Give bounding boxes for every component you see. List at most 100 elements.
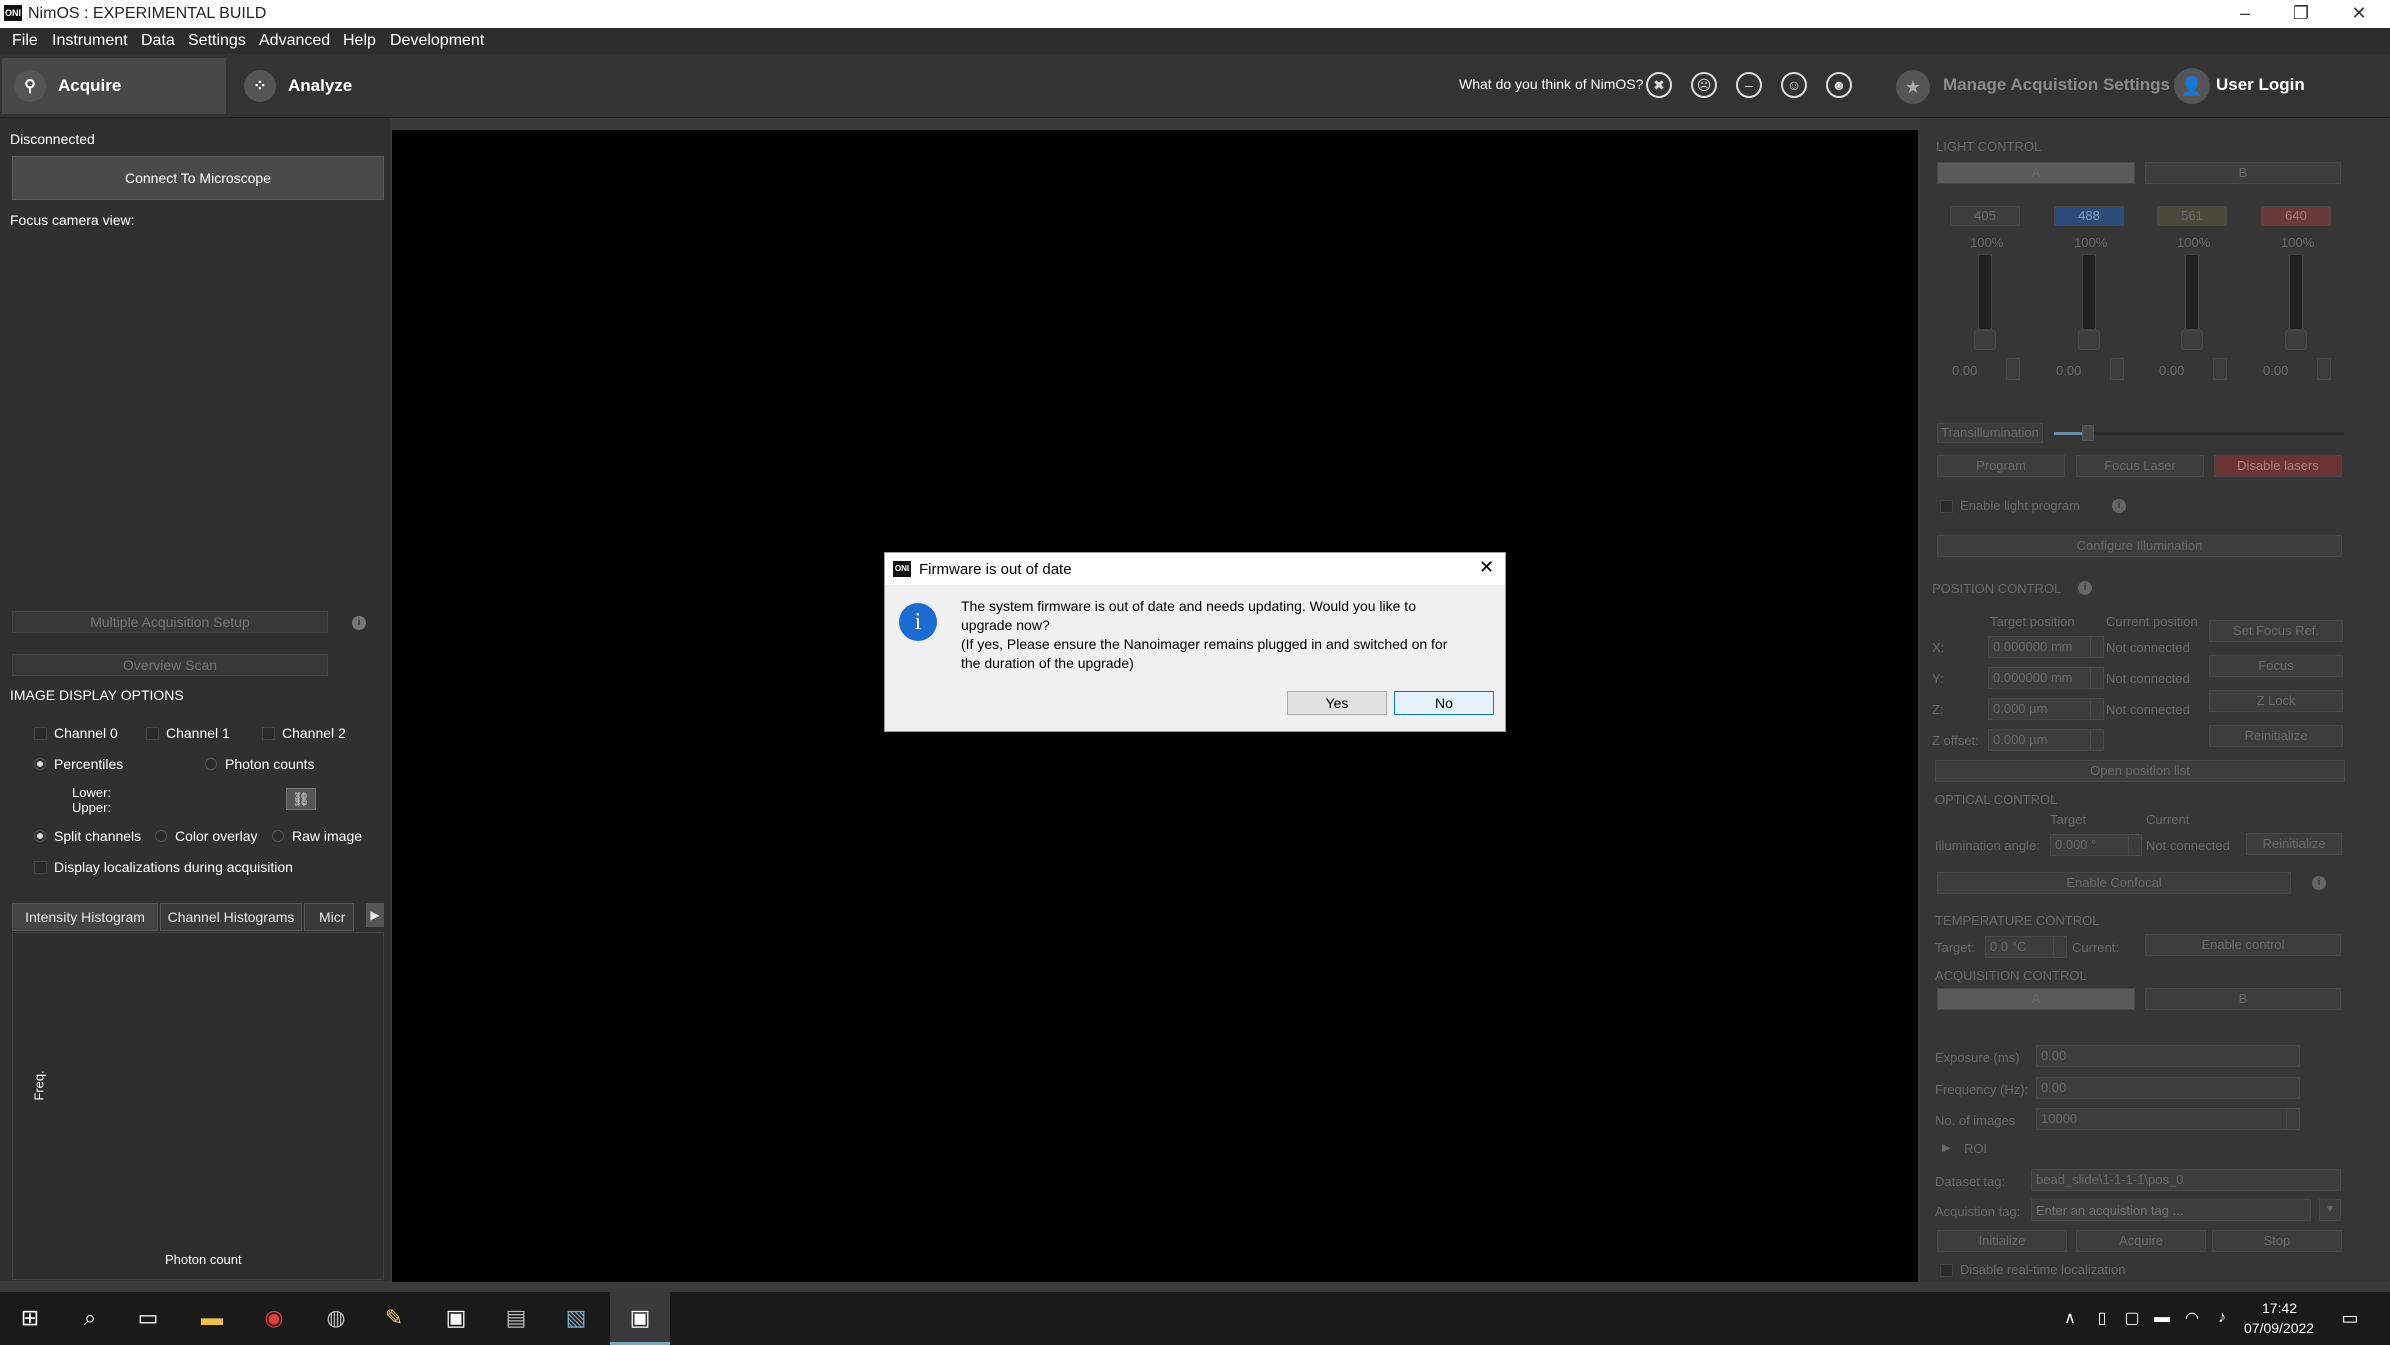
roi-expand-icon[interactable]: ▶	[1942, 1141, 1950, 1154]
transillumination-button[interactable]: Transillumination	[1937, 423, 2043, 443]
very-sad-face-icon[interactable]: ✖	[1646, 72, 1672, 98]
notes-app-icon[interactable]: ▧	[558, 1300, 594, 1336]
channel-1-checkbox[interactable]: Channel 1	[146, 725, 230, 741]
pos-y-spinner[interactable]	[2090, 667, 2104, 689]
focus-laser-button[interactable]: Focus Laser	[2076, 455, 2204, 477]
temp-spinner[interactable]	[2053, 936, 2067, 958]
program-button[interactable]: Program	[1937, 455, 2065, 477]
pos-x-spinner[interactable]	[2090, 636, 2104, 658]
menu-development[interactable]: Development	[390, 32, 484, 50]
tab-scroll-right-icon[interactable]: ▶	[366, 903, 384, 927]
z-offset-input[interactable]: 0.000 µm	[1988, 729, 2092, 751]
laser-405-slider-handle[interactable]	[1974, 330, 1996, 350]
laser-405-value[interactable]: 0.00	[1952, 363, 1977, 378]
acq-tab-a[interactable]: A	[1937, 988, 2135, 1010]
connect-microscope-button[interactable]: Connect To Microscope	[12, 156, 384, 200]
acquisition-tag-dropdown-icon[interactable]: ▼	[2319, 1199, 2341, 1221]
menu-instrument[interactable]: Instrument	[52, 32, 128, 50]
laser-561-value[interactable]: 0.00	[2159, 363, 2184, 378]
enable-control-button[interactable]: Enable control	[2145, 934, 2341, 956]
laser-488-slider[interactable]	[2082, 254, 2096, 330]
nimos-app-icon[interactable]: ▣	[438, 1300, 474, 1336]
split-channels-radio[interactable]: Split channels	[34, 828, 141, 844]
file-explorer-icon[interactable]: ▬	[194, 1300, 230, 1336]
laser-640-value[interactable]: 0.00	[2263, 363, 2288, 378]
reinitialize-optical-button[interactable]: Reinitialize	[2246, 833, 2342, 855]
menu-advanced[interactable]: Advanced	[259, 32, 330, 50]
laser-488-button[interactable]: 488	[2054, 206, 2124, 226]
no-button[interactable]: No	[1394, 691, 1494, 715]
transillumination-slider[interactable]	[2054, 432, 2344, 435]
laser-640-button[interactable]: 640	[2261, 206, 2331, 226]
laser-488-value[interactable]: 0.00	[2056, 363, 2081, 378]
tab-intensity-histogram[interactable]: Intensity Histogram	[12, 903, 158, 931]
printer-app-icon[interactable]: ▤	[498, 1300, 534, 1336]
laser-640-spinner[interactable]	[2317, 358, 2331, 380]
laser-488-slider-handle[interactable]	[2078, 330, 2100, 350]
tab-channel-histograms[interactable]: Channel Histograms	[160, 903, 302, 931]
roi-label[interactable]: ROI	[1964, 1141, 1987, 1156]
laser-561-slider-handle[interactable]	[2181, 330, 2203, 350]
menu-data[interactable]: Data	[141, 32, 175, 50]
laser-640-slider[interactable]	[2289, 254, 2303, 330]
laser-561-button[interactable]: 561	[2157, 206, 2227, 226]
temp-target-input[interactable]: 0.0 °C	[1985, 936, 2055, 958]
manage-acquisition-settings[interactable]: Manage Acquistion Settings	[1943, 75, 2170, 95]
photon-counts-radio[interactable]: Photon counts	[205, 756, 315, 772]
windows-start-icon[interactable]: ⊞	[12, 1300, 48, 1336]
disable-real-time-localization-checkbox[interactable]: Disable real-time localization	[1940, 1262, 2125, 1277]
laser-405-spinner[interactable]	[2006, 358, 2020, 380]
very-happy-face-icon[interactable]: ☻	[1826, 72, 1852, 98]
color-overlay-radio[interactable]: Color overlay	[155, 828, 257, 844]
channel-0-checkbox[interactable]: Channel 0	[34, 725, 118, 741]
enable-confocal-button[interactable]: Enable Confocal	[1937, 872, 2291, 894]
minimize-button[interactable]: –	[2220, 0, 2270, 28]
display-localizations-checkbox[interactable]: Display localizations during acquisition	[34, 859, 293, 875]
clock-time[interactable]: 17:42	[2262, 1300, 2297, 1316]
link-icon[interactable]: ⛓	[286, 788, 316, 810]
notifications-icon[interactable]: ▭	[2332, 1300, 2368, 1336]
z-offset-spinner[interactable]	[2090, 729, 2104, 751]
overview-scan-button[interactable]: Overview Scan	[12, 654, 328, 676]
pen-app-icon[interactable]: ✎	[376, 1300, 412, 1336]
open-position-list-button[interactable]: Open position list	[1935, 760, 2345, 782]
pos-z-spinner[interactable]	[2090, 698, 2104, 720]
initialize-button[interactable]: Initialize	[1937, 1230, 2067, 1252]
exposure-input[interactable]: 0.00	[2036, 1045, 2300, 1067]
tab-micr[interactable]: Micr	[304, 903, 354, 931]
happy-face-icon[interactable]: ☺	[1781, 72, 1807, 98]
disable-lasers-button[interactable]: Disable lasers	[2214, 455, 2342, 477]
volume-icon[interactable]: ♪	[2204, 1300, 2240, 1336]
nimos-active-app-icon[interactable]: ▣	[622, 1300, 658, 1336]
user-login-button[interactable]: User Login	[2216, 75, 2305, 95]
reinitialize-position-button[interactable]: Reinitialize	[2209, 725, 2343, 747]
menu-settings[interactable]: Settings	[188, 32, 246, 50]
num-images-spinner[interactable]	[2286, 1108, 2300, 1130]
chrome-icon[interactable]: ◉	[256, 1300, 292, 1336]
percentiles-radio[interactable]: Percentiles	[34, 756, 123, 772]
configure-illumination-button[interactable]: Configure Illumination	[1937, 535, 2342, 557]
z-lock-button[interactable]: Z Lock	[2209, 690, 2343, 712]
light-tab-a[interactable]: A	[1937, 162, 2135, 184]
clock-date[interactable]: 07/09/2022	[2244, 1320, 2314, 1336]
stop-button[interactable]: Stop	[2212, 1230, 2342, 1252]
dialog-close-icon[interactable]: ✕	[1479, 557, 1494, 578]
laser-488-spinner[interactable]	[2110, 358, 2124, 380]
raw-image-radio[interactable]: Raw image	[272, 828, 362, 844]
pos-x-input[interactable]: 0.000000 mm	[1988, 636, 2092, 658]
set-focus-ref-button[interactable]: Set Focus Ref.	[2209, 620, 2343, 642]
task-view-icon[interactable]: ▭	[130, 1300, 166, 1336]
app-icon[interactable]: ◍	[318, 1300, 354, 1336]
laser-405-button[interactable]: 405	[1950, 206, 2020, 226]
restore-button[interactable]: ❐	[2276, 0, 2326, 28]
enable-light-program-checkbox[interactable]: Enable light program	[1940, 498, 2080, 513]
sad-face-icon[interactable]: ☹	[1691, 72, 1717, 98]
laser-640-slider-handle[interactable]	[2285, 330, 2307, 350]
frequency-input[interactable]: 0.00	[2036, 1077, 2300, 1099]
menu-help[interactable]: Help	[343, 32, 376, 50]
menu-file[interactable]: File	[12, 32, 38, 50]
num-images-input[interactable]: 10000	[2036, 1108, 2300, 1130]
laser-561-spinner[interactable]	[2213, 358, 2227, 380]
dataset-tag-input[interactable]: bead_slide\1-1-1-1\pos_0	[2031, 1169, 2341, 1191]
close-window-button[interactable]: ✕	[2334, 0, 2384, 28]
